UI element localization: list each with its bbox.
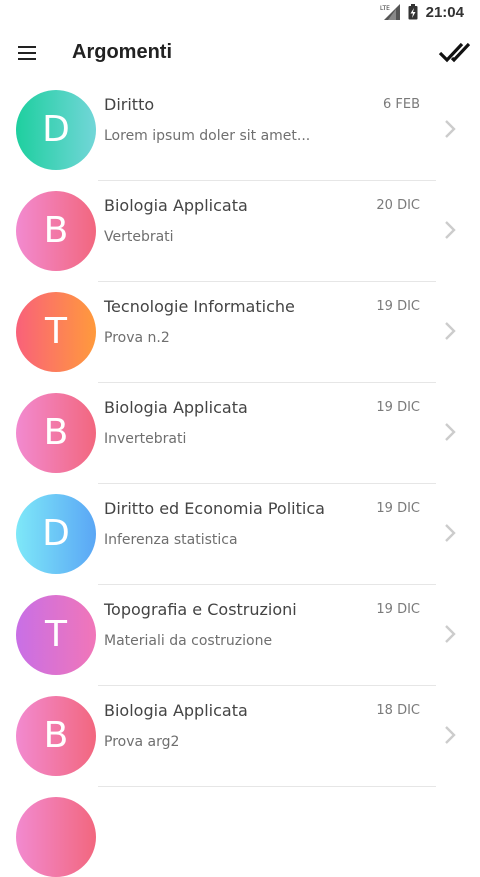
page-title: Argomenti — [72, 41, 172, 63]
battery-charging-icon — [408, 4, 418, 20]
item-date: 19 DIC — [376, 400, 420, 415]
list-item[interactable]: D Diritto ed Economia Politica Inferenza s… — [0, 484, 480, 585]
item-subtitle: Invertebrati — [104, 431, 187, 447]
chevron-right-icon — [442, 118, 458, 140]
item-title: Tecnologie Informatiche — [104, 297, 295, 316]
menu-icon-line — [18, 52, 36, 54]
app-bar: Argomenti — [0, 24, 480, 80]
item-subtitle: Prova n.2 — [104, 330, 170, 346]
status-icons: LTE 21:04 — [380, 2, 464, 22]
avatar: D — [16, 90, 96, 170]
avatar — [16, 797, 96, 877]
item-subtitle: Inferenza statistica — [104, 532, 238, 548]
list-item[interactable]: B Biologia Applicata Invertebrati 19 DIC — [0, 383, 480, 484]
list-item[interactable] — [0, 787, 480, 877]
topic-list: D Diritto Lorem ipsum doler sit amet... 6 F… — [0, 80, 480, 877]
list-item[interactable]: T Topografia e Costruzioni Materiali da co… — [0, 585, 480, 686]
item-date: 19 DIC — [376, 501, 420, 516]
menu-icon-line — [18, 58, 36, 60]
list-item[interactable]: T Tecnologie Informatiche Prova n.2 19 DIC — [0, 282, 480, 383]
status-bar: LTE 21:04 — [0, 0, 480, 24]
item-title: Diritto — [104, 95, 155, 114]
menu-icon-line — [18, 46, 36, 48]
item-date: 19 DIC — [376, 602, 420, 617]
item-subtitle: Prova arg2 — [104, 734, 180, 750]
avatar: T — [16, 595, 96, 675]
double-check-icon[interactable] — [438, 38, 470, 66]
chevron-right-icon — [442, 724, 458, 746]
list-item[interactable]: D Diritto Lorem ipsum doler sit amet... 6 F… — [0, 80, 480, 181]
status-time: 21:04 — [425, 3, 464, 21]
avatar: B — [16, 696, 96, 776]
item-title: Biologia Applicata — [104, 398, 248, 417]
signal-icon: LTE — [380, 4, 400, 20]
item-title: Biologia Applicata — [104, 196, 248, 215]
list-item[interactable]: B Biologia Applicata Prova arg2 18 DIC — [0, 686, 480, 787]
chevron-right-icon — [442, 421, 458, 443]
item-subtitle: Lorem ipsum doler sit amet... — [104, 128, 311, 144]
item-date: 19 DIC — [376, 299, 420, 314]
item-date: 20 DIC — [376, 198, 420, 213]
avatar: B — [16, 191, 96, 271]
avatar: B — [16, 393, 96, 473]
chevron-right-icon — [442, 219, 458, 241]
chevron-right-icon — [442, 623, 458, 645]
item-date: 6 FEB — [382, 97, 420, 112]
item-title: Biologia Applicata — [104, 701, 248, 720]
avatar: T — [16, 292, 96, 372]
avatar: D — [16, 494, 96, 574]
chevron-right-icon — [442, 522, 458, 544]
chevron-right-icon — [442, 320, 458, 342]
list-item[interactable]: B Biologia Applicata Vertebrati 20 DIC — [0, 181, 480, 282]
network-type-label: LTE — [380, 5, 390, 12]
item-subtitle: Vertebrati — [104, 229, 174, 245]
item-date: 18 DIC — [376, 703, 420, 718]
menu-button[interactable] — [16, 42, 40, 66]
item-title: Topografia e Costruzioni — [104, 600, 297, 619]
item-subtitle: Materiali da costruzione — [104, 633, 273, 649]
item-title: Diritto ed Economia Politica — [104, 499, 325, 518]
